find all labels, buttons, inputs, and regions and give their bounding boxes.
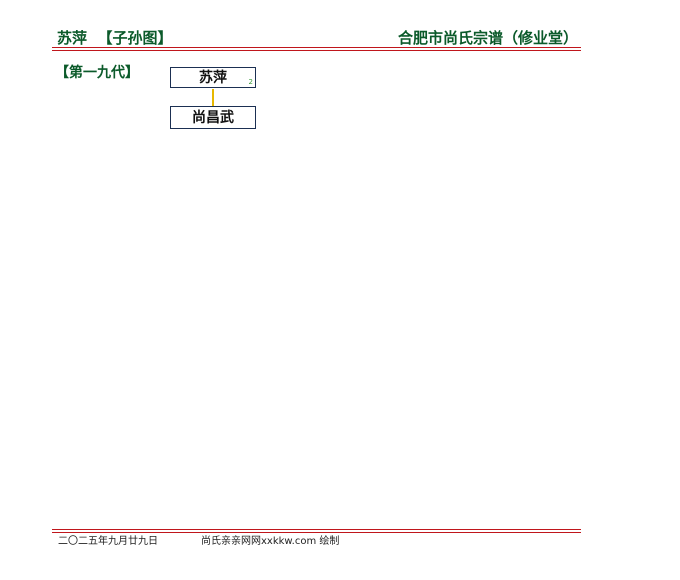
lineage-title: 合肥市尚氏宗谱（修业堂） bbox=[397, 29, 578, 47]
person-box-child[interactable]: 尚昌武 bbox=[170, 106, 256, 129]
header-rule-top bbox=[52, 47, 581, 48]
generation-label: 【第一九代】 bbox=[55, 65, 139, 81]
footer-credit: 尚氏亲亲网网xxkkw.com 绘制 bbox=[201, 536, 340, 547]
header-rule-bottom bbox=[52, 50, 581, 51]
person-name: 苏萍 bbox=[57, 29, 88, 47]
descendant-count-badge: 2 bbox=[248, 78, 253, 86]
person-name-child: 尚昌武 bbox=[192, 109, 234, 126]
chart-type-label: 【子孙图】 bbox=[97, 29, 173, 47]
person-box-root[interactable]: 苏萍 2 bbox=[170, 67, 256, 88]
footer-rule-bottom bbox=[52, 532, 581, 533]
tree-connector bbox=[212, 89, 214, 106]
footer-rule-top bbox=[52, 529, 581, 530]
footer-date: 二〇二五年九月廿九日 bbox=[58, 536, 158, 547]
page-title: 苏萍 【子孙图】 bbox=[57, 29, 172, 47]
person-name-root: 苏萍 bbox=[199, 69, 227, 86]
